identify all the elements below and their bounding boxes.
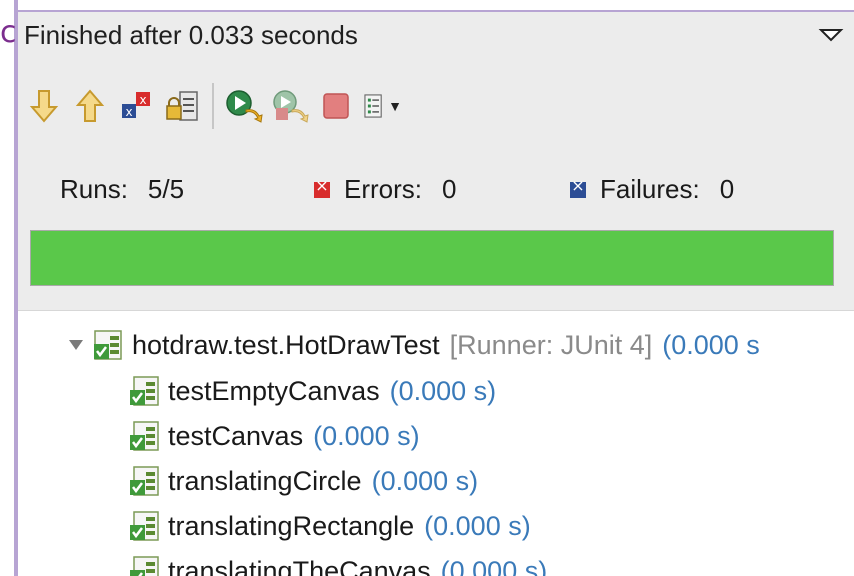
runs-counter: Runs: 5/5 bbox=[60, 174, 184, 205]
suite-runner: [Runner: JUnit 4] bbox=[449, 329, 653, 360]
failures-value: 0 bbox=[719, 174, 735, 204]
test-time: (0.000 s) bbox=[371, 465, 479, 496]
stop-icon bbox=[323, 93, 349, 119]
errors-value: 0 bbox=[442, 174, 457, 204]
toolbar-separator bbox=[212, 83, 214, 129]
previous-failure-button[interactable] bbox=[70, 84, 110, 128]
test-name: testCanvas bbox=[168, 420, 304, 451]
failures-only-icon: x x bbox=[122, 92, 150, 119]
test-progress-bar bbox=[30, 230, 834, 286]
test-time: (0.000 s) bbox=[389, 375, 497, 406]
progress-fill bbox=[31, 231, 833, 285]
test-name: testEmptyCanvas bbox=[168, 375, 380, 406]
stop-button[interactable] bbox=[316, 84, 356, 128]
test-passed-icon bbox=[130, 511, 159, 541]
rerun-test-button[interactable] bbox=[224, 84, 264, 128]
arrow-down-icon bbox=[29, 90, 59, 123]
suite-name: hotdraw.test.HotDrawTest bbox=[132, 329, 440, 360]
tree-row-test[interactable]: testEmptyCanvas (0.000 s) bbox=[128, 371, 496, 411]
next-failure-button[interactable] bbox=[24, 84, 64, 128]
scroll-lock-icon bbox=[166, 91, 198, 121]
errors-counter: Errors: 0 bbox=[314, 174, 456, 205]
chevron-down-icon: ▼ bbox=[388, 98, 402, 114]
tree-row-test[interactable]: testCanvas (0.000 s) bbox=[128, 416, 420, 456]
test-passed-icon bbox=[130, 376, 159, 406]
test-name: translatingTheCanvas bbox=[168, 555, 431, 576]
rerun-icon bbox=[226, 90, 263, 123]
test-time: (0.000 s) bbox=[440, 555, 548, 576]
show-failures-only-button[interactable]: x x bbox=[116, 84, 156, 128]
partial-glyph: c bbox=[0, 18, 17, 50]
failures-counter: Failures: 0 bbox=[570, 174, 734, 205]
test-name: translatingCircle bbox=[168, 465, 362, 496]
failure-icon bbox=[570, 176, 586, 198]
test-passed-icon bbox=[130, 421, 159, 451]
test-time: (0.000 s) bbox=[313, 420, 420, 451]
panel-top-border bbox=[14, 0, 854, 12]
test-time: (0.000 s) bbox=[424, 510, 531, 541]
triangle-down-icon bbox=[818, 29, 844, 42]
history-dropdown-button[interactable]: ▼ bbox=[362, 84, 402, 128]
tree-row-test[interactable]: translatingTheCanvas (0.000 s) bbox=[128, 551, 547, 576]
svg-text:x: x bbox=[139, 93, 146, 107]
scroll-lock-button[interactable] bbox=[162, 84, 202, 128]
svg-text:x: x bbox=[125, 105, 132, 119]
test-tree: hotdraw.test.HotDrawTest [Runner: JUnit … bbox=[18, 310, 854, 576]
toolbar: x x ▼ bbox=[24, 80, 408, 132]
history-icon bbox=[364, 94, 382, 118]
runs-value: 5/5 bbox=[147, 174, 185, 204]
rerun-failed-icon bbox=[273, 90, 309, 123]
error-icon bbox=[314, 176, 330, 198]
test-suite-passed-icon bbox=[94, 330, 122, 360]
errors-label: Errors: bbox=[344, 174, 422, 204]
failures-label: Failures: bbox=[600, 174, 700, 204]
counters-bar: Runs: 5/5 Errors: 0 Failures: 0 bbox=[18, 168, 854, 208]
rerun-failed-first-button[interactable] bbox=[270, 84, 310, 128]
view-menu-button[interactable] bbox=[818, 24, 844, 48]
test-name: translatingRectangle bbox=[168, 510, 415, 541]
tree-row-suite[interactable]: hotdraw.test.HotDrawTest [Runner: JUnit … bbox=[68, 325, 760, 365]
expand-triangle-icon[interactable] bbox=[68, 337, 84, 353]
test-passed-icon bbox=[130, 556, 159, 576]
junit-view: Finished after 0.033 seconds x x ▼ Runs:… bbox=[18, 12, 854, 576]
arrow-up-icon bbox=[75, 89, 105, 122]
test-passed-icon bbox=[130, 466, 159, 496]
tree-row-test[interactable]: translatingCircle (0.000 s) bbox=[128, 461, 478, 501]
suite-time: (0.000 s bbox=[662, 329, 760, 360]
tree-row-test[interactable]: translatingRectangle (0.000 s) bbox=[128, 506, 531, 546]
status-title: Finished after 0.033 seconds bbox=[24, 20, 358, 50]
runs-label: Runs: bbox=[60, 174, 128, 204]
